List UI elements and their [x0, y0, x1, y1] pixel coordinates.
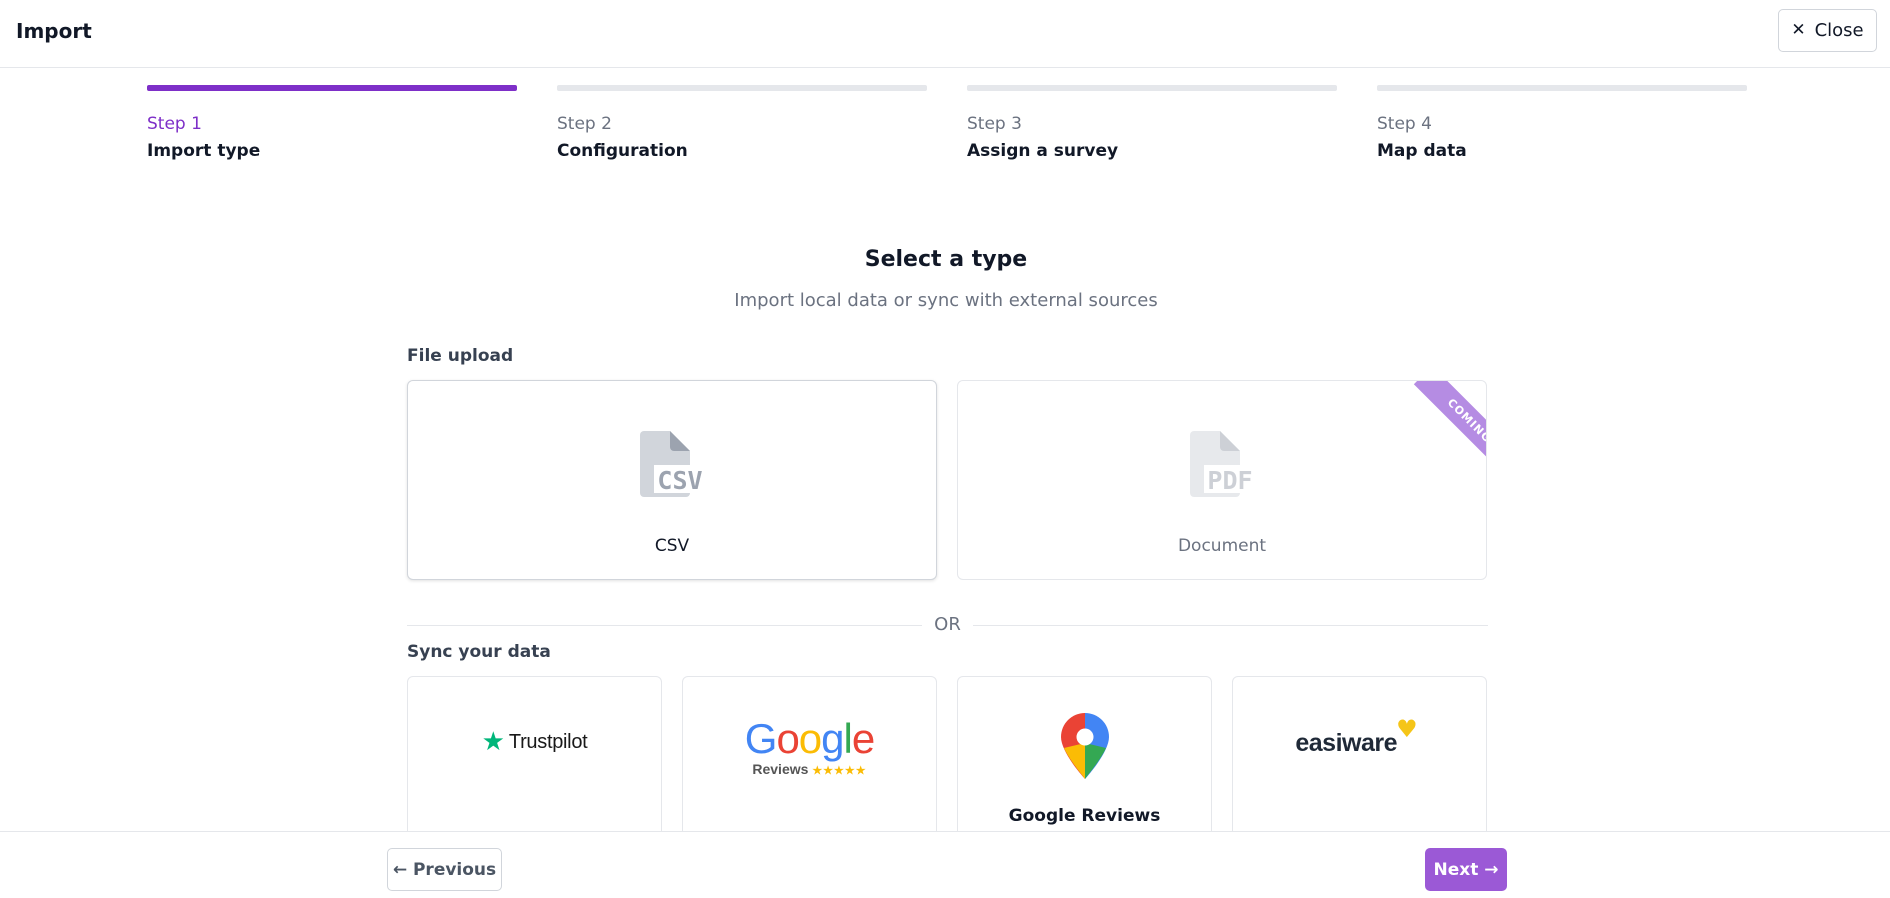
- step-progress-bar: [1377, 85, 1747, 91]
- or-divider-text: OR: [934, 614, 961, 635]
- coming-soon-badge: COMING: [1408, 381, 1486, 459]
- heart-icon: ♥: [1396, 715, 1418, 743]
- trustpilot-logo: ★ Trustpilot: [481, 727, 588, 757]
- next-button[interactable]: Next →: [1425, 848, 1507, 891]
- step-progress-bar: [967, 85, 1337, 91]
- section-subtitle: Import local data or sync with external …: [734, 290, 1158, 311]
- google-wordmark: Google: [744, 715, 875, 762]
- step-name: Import type: [147, 141, 261, 161]
- section-title: Select a type: [864, 247, 1028, 272]
- google-reviews-subtext: Reviews: [752, 761, 809, 777]
- step-number: Step 1: [147, 114, 202, 134]
- step-number: Step 3: [967, 114, 1022, 134]
- top-bar: Import ✕ Close: [0, 0, 1890, 68]
- csv-file-icon: CSV: [640, 431, 706, 497]
- svg-text:PDF: PDF: [1207, 466, 1252, 495]
- previous-button[interactable]: ← Previous: [387, 848, 502, 891]
- rating-stars-icon: ★★★★★: [812, 765, 867, 777]
- file-upload-label: File upload: [407, 346, 514, 366]
- step-number: Step 4: [1377, 114, 1432, 134]
- step-name: Map data: [1377, 141, 1467, 161]
- csv-option-label: CSV: [654, 536, 690, 556]
- google-reviews-option-card[interactable]: Google Reviews ★★★★★: [682, 676, 937, 846]
- page-title: Import: [16, 19, 92, 43]
- step-progress-bar: [557, 85, 927, 91]
- google-reviews-logo: Google Reviews ★★★★★: [683, 715, 936, 778]
- x-icon: ✕: [1791, 20, 1806, 40]
- google-maps-reviews-label: Google Reviews: [1008, 806, 1161, 826]
- step-map-data[interactable]: Step 4 Map data: [1377, 85, 1747, 161]
- google-maps-reviews-option-card[interactable]: Google Reviews: [957, 676, 1212, 846]
- bottom-bar: ← Previous Next →: [0, 831, 1890, 898]
- trustpilot-star-icon: ★: [481, 727, 505, 757]
- step-name: Configuration: [557, 141, 688, 161]
- close-button[interactable]: ✕ Close: [1778, 9, 1877, 52]
- csv-option-card[interactable]: CSV CSV: [407, 380, 937, 580]
- document-option-label: Document: [1177, 536, 1267, 556]
- stepper: Step 1 Import type Step 2 Configuration …: [147, 85, 1747, 175]
- document-option-card: PDF Document COMING: [957, 380, 1487, 580]
- svg-text:CSV: CSV: [657, 466, 702, 495]
- step-assign-survey[interactable]: Step 3 Assign a survey: [967, 85, 1337, 161]
- pdf-file-icon: PDF: [1190, 431, 1256, 497]
- or-divider: OR: [407, 614, 1488, 635]
- coming-soon-badge-text: COMING: [1413, 381, 1486, 459]
- step-number: Step 2: [557, 114, 612, 134]
- trustpilot-option-card[interactable]: ★ Trustpilot: [407, 676, 662, 846]
- easiware-option-card[interactable]: easiware ♥: [1232, 676, 1487, 846]
- sync-data-label: Sync your data: [407, 642, 551, 662]
- step-configuration[interactable]: Step 2 Configuration: [557, 85, 927, 161]
- google-maps-pin-icon: [1061, 713, 1109, 779]
- step-progress-bar: [147, 85, 517, 91]
- close-button-label: Close: [1814, 20, 1864, 41]
- easiware-logo: easiware ♥: [1295, 715, 1418, 757]
- step-import-type[interactable]: Step 1 Import type: [147, 85, 517, 161]
- step-name: Assign a survey: [967, 141, 1119, 161]
